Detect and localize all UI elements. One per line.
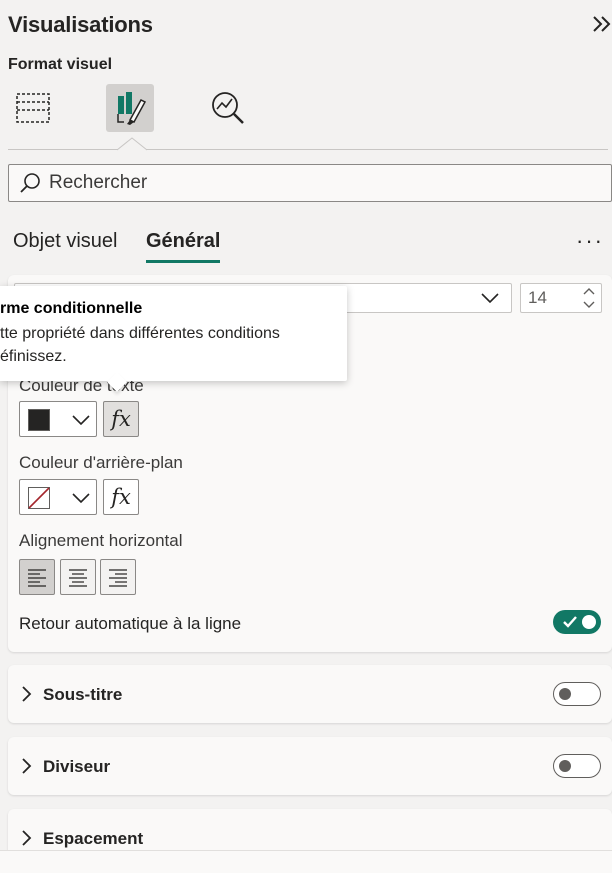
section-subtitle: Format visuel bbox=[8, 56, 113, 73]
fx-icon: fx bbox=[111, 485, 131, 509]
diviseur-toggle[interactable] bbox=[553, 754, 601, 778]
sous-titre-toggle[interactable] bbox=[553, 682, 601, 706]
chevron-right-icon[interactable] bbox=[20, 685, 34, 703]
tooltip-line-2: éfinissez. bbox=[0, 348, 67, 365]
section-title-diviseur: Diviseur bbox=[43, 757, 111, 776]
search-icon bbox=[20, 173, 40, 193]
stepper-icon[interactable] bbox=[581, 285, 597, 311]
format-visual-icon bbox=[117, 92, 147, 125]
word-wrap-label: Retour automatique à la ligne bbox=[19, 614, 242, 633]
background-color-conditional-format-button[interactable]: fx bbox=[103, 479, 139, 515]
tooltip-line-1: tte propriété dans différentes condition… bbox=[0, 325, 280, 342]
chevron-down-icon bbox=[72, 415, 90, 426]
build-visual-tab[interactable] bbox=[8, 84, 56, 132]
analytics-icon bbox=[212, 92, 244, 124]
toggle-knob bbox=[559, 760, 571, 772]
chevron-right-icon[interactable] bbox=[20, 829, 34, 847]
fx-icon: fx bbox=[111, 407, 131, 431]
align-right-icon bbox=[109, 569, 127, 587]
pane-title: Visualisations bbox=[8, 12, 153, 37]
align-center-button[interactable] bbox=[60, 559, 96, 595]
font-size-input[interactable]: 14 bbox=[520, 283, 602, 313]
conditional-format-tooltip: rme conditionnelle tte propriété dans di… bbox=[0, 286, 347, 381]
text-color-conditional-format-button[interactable]: fx bbox=[103, 401, 139, 437]
search-box[interactable] bbox=[8, 164, 612, 202]
text-color-swatch bbox=[28, 409, 50, 431]
tab-general[interactable]: Général bbox=[146, 230, 220, 253]
background-color-label: Couleur d'arrière-plan bbox=[19, 453, 183, 472]
tooltip-title: rme conditionnelle bbox=[0, 300, 143, 317]
align-left-button[interactable] bbox=[19, 559, 55, 595]
toggle-knob bbox=[582, 615, 596, 629]
tab-objet-visuel[interactable]: Objet visuel bbox=[13, 230, 118, 253]
chevron-right-icon[interactable] bbox=[20, 757, 34, 775]
no-color-swatch bbox=[28, 487, 50, 509]
toggle-knob bbox=[559, 688, 571, 700]
chevron-double-right-icon bbox=[593, 16, 611, 32]
section-title-sous-titre: Sous-titre bbox=[43, 685, 123, 704]
text-color-picker[interactable] bbox=[19, 401, 97, 437]
background-color-picker[interactable] bbox=[19, 479, 97, 515]
active-tab-indicator bbox=[146, 260, 220, 263]
format-visual-tab[interactable] bbox=[106, 84, 154, 132]
chevron-down-icon bbox=[481, 293, 499, 304]
search-input[interactable] bbox=[49, 172, 589, 194]
chevron-down-icon bbox=[72, 493, 90, 504]
section-title-espacement: Espacement bbox=[43, 829, 144, 848]
more-options-button[interactable]: ··· bbox=[576, 228, 604, 254]
alignment-label: Alignement horizontal bbox=[19, 531, 183, 550]
pane-bottom-bar bbox=[0, 850, 612, 873]
collapse-pane-button[interactable] bbox=[590, 12, 612, 42]
visual-tabs-underline bbox=[8, 137, 608, 151]
align-left-icon bbox=[28, 569, 46, 587]
font-size-value: 14 bbox=[528, 288, 547, 307]
word-wrap-toggle[interactable] bbox=[553, 610, 601, 634]
check-icon bbox=[563, 616, 577, 628]
build-visual-icon bbox=[16, 93, 50, 123]
align-center-icon bbox=[69, 569, 87, 587]
analytics-tab[interactable] bbox=[204, 84, 252, 132]
align-right-button[interactable] bbox=[100, 559, 136, 595]
